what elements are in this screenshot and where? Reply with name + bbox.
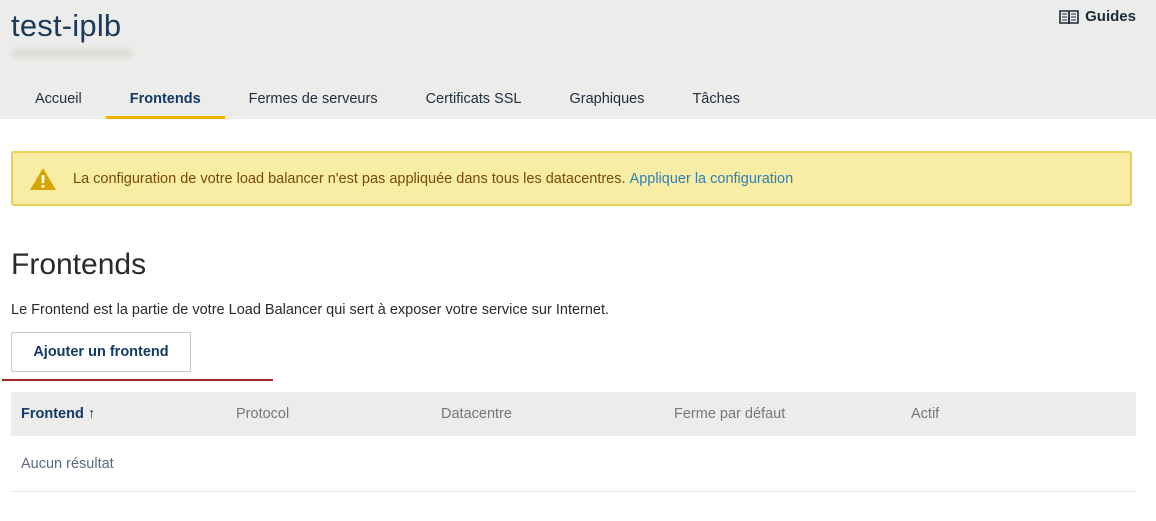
section-title: Frontends: [11, 248, 147, 281]
tab-fermes-de-serveurs[interactable]: Fermes de serveurs: [225, 82, 402, 119]
tab-taches[interactable]: Tâches: [668, 82, 764, 119]
tab-certificats-ssl[interactable]: Certificats SSL: [402, 82, 546, 119]
column-header-datacentre[interactable]: Datacentre: [441, 392, 512, 436]
divider-line: [2, 379, 273, 381]
column-header-ferme-par-defaut[interactable]: Ferme par défaut: [674, 392, 785, 436]
blurred-subtitle: [11, 48, 133, 58]
tab-frontends[interactable]: Frontends: [105, 82, 225, 119]
table-header: Frontend ↑ Protocol Datacentre Ferme par…: [11, 392, 1136, 436]
tab-accueil[interactable]: Accueil: [11, 82, 106, 119]
warning-alert: La configuration de votre load balancer …: [11, 151, 1132, 206]
guides-button[interactable]: Guides: [1059, 8, 1136, 25]
tab-bar: Accueil Frontends Fermes de serveurs Cer…: [11, 82, 764, 119]
table-row: Aucun résultat: [11, 436, 1136, 492]
alert-message: La configuration de votre load balancer …: [73, 170, 626, 187]
column-header-frontend[interactable]: Frontend ↑: [21, 392, 95, 436]
guides-label: Guides: [1085, 8, 1136, 25]
empty-message: Aucun résultat: [21, 456, 114, 472]
warning-icon: [29, 167, 57, 191]
section-description: Le Frontend est la partie de votre Load …: [11, 302, 610, 318]
page-title: test-iplb: [11, 8, 122, 43]
add-frontend-button[interactable]: Ajouter un frontend: [11, 332, 191, 372]
frontends-table: Frontend ↑ Protocol Datacentre Ferme par…: [11, 392, 1136, 492]
tab-graphiques[interactable]: Graphiques: [545, 82, 668, 119]
apply-configuration-link[interactable]: Appliquer la configuration: [630, 171, 794, 187]
book-icon: [1059, 9, 1079, 25]
page-header: test-iplb Guides Accueil Frontends Ferme…: [0, 0, 1156, 119]
column-header-protocol[interactable]: Protocol: [236, 392, 289, 436]
column-header-actif[interactable]: Actif: [911, 392, 939, 436]
